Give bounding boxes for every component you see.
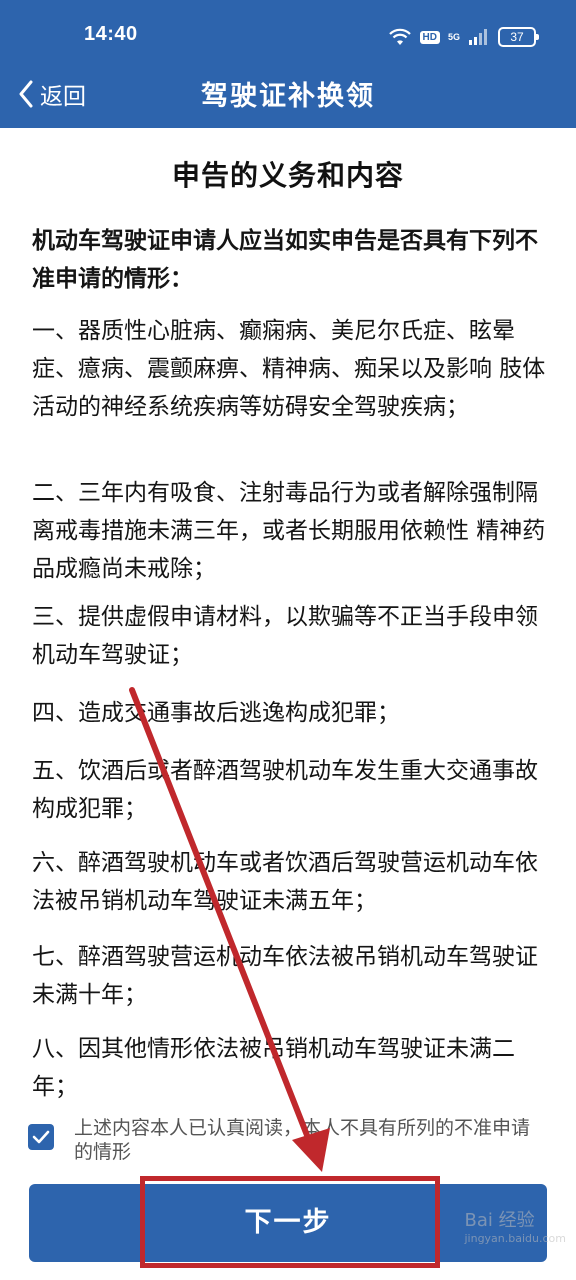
list-item: 二、三年内有吸食、注射毒品行为或者解除强制隔离戒毒措施未满三年，或者长期服用依赖…: [32, 480, 546, 582]
agreement-checkbox[interactable]: [28, 1124, 54, 1150]
status-icons: HD 5G 37: [388, 24, 539, 50]
status-bar: 14:40 HD 5G 37: [0, 0, 576, 64]
status-time: 14:40: [84, 23, 138, 45]
list-item: 七、醉酒驾驶营运机动车依法被吊销机动车驾驶证未满十年；: [32, 944, 538, 1008]
checkmark-icon: [32, 1130, 50, 1144]
intro-text: 机动车驾驶证申请人应当如实申告是否具有下列不准申请的情形：: [32, 228, 538, 292]
network-type: 5G: [447, 31, 460, 42]
agreement-row[interactable]: 上述内容本人已认真阅读，本人不具有所列的不准申请的情形: [28, 1116, 548, 1166]
wifi-icon: [388, 28, 411, 45]
list-item: 八、因其他情形依法被吊销机动车驾驶证未满二年；: [32, 1036, 515, 1100]
agreement-label: 上述内容本人已认真阅读，本人不具有所列的不准申请的情形: [74, 1117, 531, 1163]
signal-icon: [469, 29, 487, 45]
nav-title: 驾驶证补换领: [201, 81, 375, 112]
list-item: 一、器质性心脏病、癫痫病、美尼尔氏症、眩晕症、癔病、震颤麻痹、精神病、痴呆以及影…: [32, 318, 546, 420]
page-title: 申告的义务和内容: [171, 159, 404, 192]
list-item: 五、饮酒后或者醉酒驾驶机动车发生重大交通事故构成犯罪；: [32, 758, 538, 822]
next-step-button[interactable]: 下一步: [29, 1184, 547, 1262]
list-item: 六、醉酒驾驶机动车或者饮酒后驾驶营运机动车依法被吊销机动车驾驶证未满五年；: [32, 850, 538, 914]
list-item: 三、提供虚假申请材料，以欺骗等不正当手段申领机动车驾驶证；: [32, 604, 538, 668]
battery-icon: 37: [498, 27, 539, 47]
app-header: 14:40 HD 5G 37 返回 驾驶证补换领: [0, 0, 576, 128]
list-item: 四、造成交通事故后逃逸构成犯罪；: [32, 700, 400, 726]
hd-badge: HD: [419, 30, 440, 44]
